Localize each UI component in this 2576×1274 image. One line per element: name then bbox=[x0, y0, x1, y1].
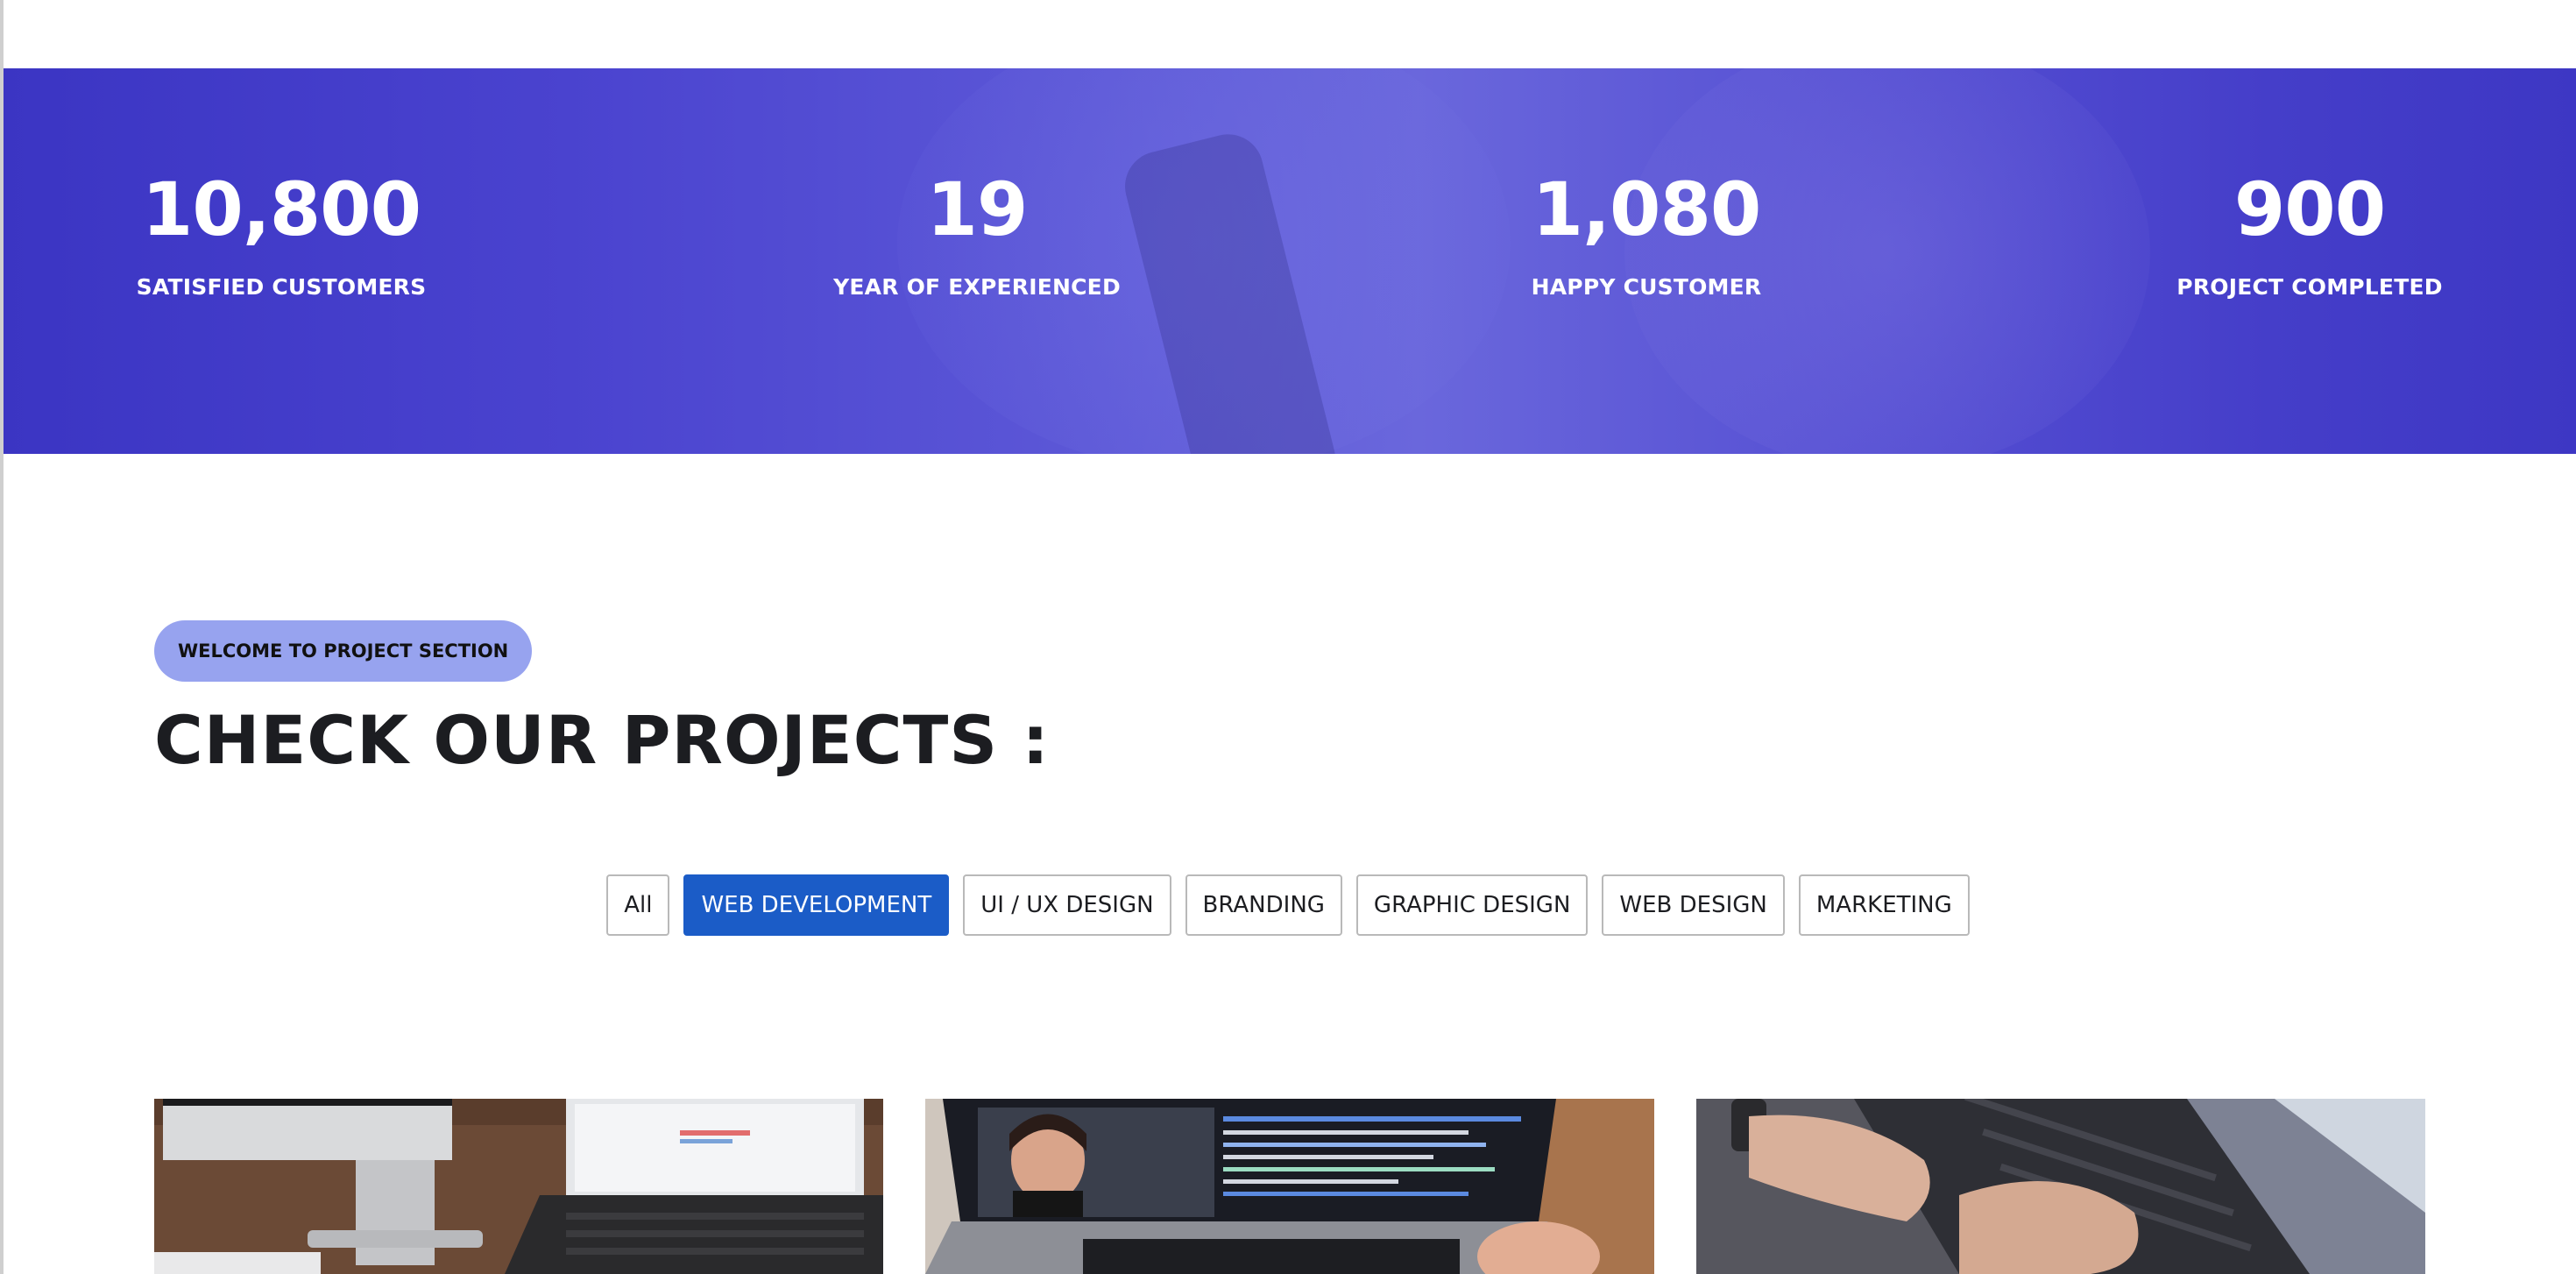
project-card[interactable] bbox=[1696, 1099, 2425, 1274]
project-card[interactable] bbox=[925, 1099, 1654, 1274]
stat-number: 1,080 bbox=[1532, 166, 1762, 252]
section-title: CHECK OUR PROJECTS : bbox=[154, 701, 1050, 779]
stat-label: YEAR OF EXPERIENCED bbox=[833, 274, 1121, 301]
filter-web-development-button[interactable]: WEB DEVELOPMENT bbox=[683, 874, 950, 936]
stat-projects-completed: 900 PROJECT COMPLETED bbox=[2047, 166, 2572, 301]
stats-banner: 10,800 SATISFIED CUSTOMERS 19 YEAR OF EX… bbox=[4, 68, 2576, 454]
filter-all-button[interactable]: All bbox=[606, 874, 670, 936]
stat-number: 10,800 bbox=[141, 166, 421, 252]
project-image-desk-with-imac-and-macbook bbox=[154, 1099, 883, 1274]
project-card[interactable] bbox=[154, 1099, 883, 1274]
stat-label: PROJECT COMPLETED bbox=[2176, 274, 2443, 301]
filter-branding-button[interactable]: BRANDING bbox=[1185, 874, 1342, 936]
filter-marketing-button[interactable]: MARKETING bbox=[1798, 874, 1970, 936]
section-eyebrow-badge: WELCOME TO PROJECT SECTION bbox=[154, 620, 533, 682]
filter-ui-ux-design-button[interactable]: UI / UX DESIGN bbox=[963, 874, 1171, 936]
stat-happy-customer: 1,080 HAPPY CUSTOMER bbox=[1384, 166, 1909, 301]
filter-graphic-design-button[interactable]: GRAPHIC DESIGN bbox=[1355, 874, 1589, 936]
project-image-hands-typing-on-laptop bbox=[1696, 1099, 2425, 1274]
stat-label: SATISFIED CUSTOMERS bbox=[136, 274, 427, 301]
filter-web-design-button[interactable]: WEB DESIGN bbox=[1602, 874, 1785, 936]
stat-label: HAPPY CUSTOMER bbox=[1531, 274, 1762, 301]
stat-number: 19 bbox=[926, 166, 1029, 252]
stat-years-experienced: 19 YEAR OF EXPERIENCED bbox=[714, 166, 1240, 301]
project-image-person-on-video-call-with-code-on-laptop bbox=[925, 1099, 1654, 1274]
stat-number: 900 bbox=[2233, 166, 2386, 252]
stat-satisfied-customers: 10,800 SATISFIED CUSTOMERS bbox=[18, 166, 544, 301]
project-filter-bar: All WEB DEVELOPMENT UI / UX DESIGN BRAND… bbox=[0, 874, 2576, 936]
